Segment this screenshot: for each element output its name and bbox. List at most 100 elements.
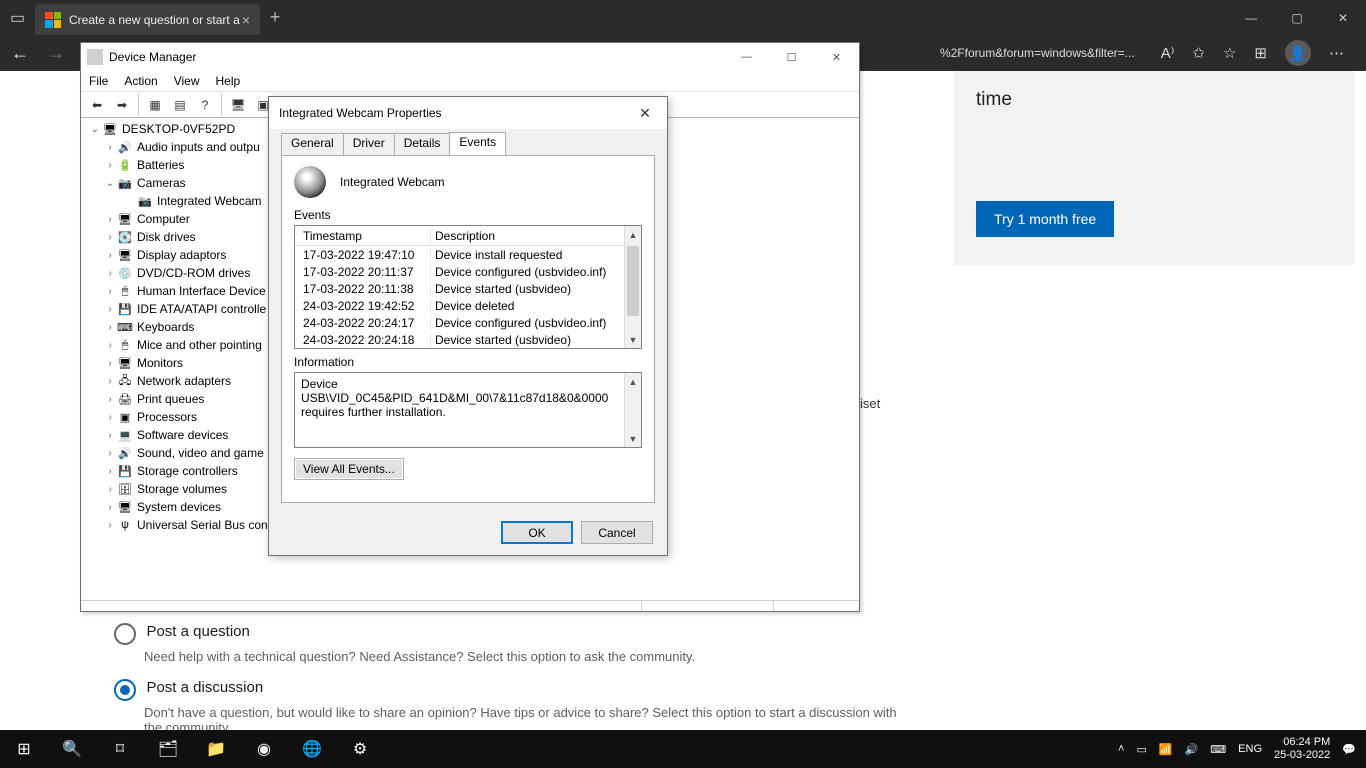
menu-view[interactable]: View xyxy=(174,74,200,88)
chevron-icon[interactable] xyxy=(123,196,137,207)
edge-icon[interactable]: 🌐 xyxy=(288,730,336,768)
post-question-option[interactable]: Post a question Need help with a technic… xyxy=(114,623,695,664)
show-hide-icon[interactable]: ▦ xyxy=(144,94,166,116)
new-tab-button[interactable]: + xyxy=(260,7,290,28)
event-row[interactable]: 24-03-2022 20:24:18Device started (usbvi… xyxy=(295,331,624,348)
tab-actions-icon[interactable]: ▭ xyxy=(0,0,35,35)
chevron-icon[interactable]: › xyxy=(103,214,117,225)
col-timestamp[interactable]: Timestamp xyxy=(295,229,430,243)
event-row[interactable]: 17-03-2022 19:47:10Device install reques… xyxy=(295,246,624,263)
scrollbar[interactable]: ▲ ▼ xyxy=(624,226,641,348)
minimize-icon[interactable]: — xyxy=(724,43,769,71)
chevron-icon[interactable]: › xyxy=(103,286,117,297)
more-icon[interactable]: ⋯ xyxy=(1329,44,1344,62)
close-icon[interactable]: ✕ xyxy=(623,97,667,129)
tab-driver[interactable]: Driver xyxy=(343,133,395,156)
maximize-icon[interactable]: ☐ xyxy=(769,43,814,71)
chevron-icon[interactable]: › xyxy=(103,340,117,351)
close-icon[interactable]: ✕ xyxy=(814,43,859,71)
volume-icon[interactable]: 🔊 xyxy=(1185,743,1199,756)
chevron-down-icon[interactable]: ⌄ xyxy=(88,124,102,135)
file-explorer-icon[interactable]: 📁 xyxy=(192,730,240,768)
taskbar-app[interactable]: 🗂 xyxy=(144,730,192,768)
taskbar-app[interactable]: ⚙ xyxy=(336,730,384,768)
browser-tab[interactable]: Create a new question or start a × xyxy=(35,4,260,35)
language-indicator[interactable]: ENG xyxy=(1238,743,1262,755)
scan-icon[interactable]: 🖥 xyxy=(227,94,249,116)
close-icon[interactable]: × xyxy=(242,12,250,28)
cancel-button[interactable]: Cancel xyxy=(581,521,653,544)
chrome-icon[interactable]: ◉ xyxy=(240,730,288,768)
event-row[interactable]: 17-03-2022 20:11:38Device started (usbvi… xyxy=(295,280,624,297)
forward-icon[interactable]: ➡ xyxy=(111,94,133,116)
url-fragment[interactable]: %2Fforum&forum=windows&filter=... xyxy=(940,46,1135,60)
chevron-icon[interactable]: › xyxy=(103,502,117,513)
dialog-titlebar[interactable]: Integrated Webcam Properties ✕ xyxy=(269,97,667,129)
scroll-down-icon[interactable]: ▼ xyxy=(625,331,641,348)
start-button[interactable]: ⊞ xyxy=(0,730,48,768)
chevron-icon[interactable]: › xyxy=(103,304,117,315)
event-row[interactable]: 24-03-2022 20:24:17Device configured (us… xyxy=(295,314,624,331)
chevron-icon[interactable]: › xyxy=(103,466,117,477)
chevron-icon[interactable]: › xyxy=(103,448,117,459)
wifi-icon[interactable]: 📶 xyxy=(1159,743,1173,756)
tray-chevron-icon[interactable]: ˄ xyxy=(1118,743,1124,755)
favorite-add-icon[interactable]: ✩ xyxy=(1192,44,1205,62)
menu-file[interactable]: File xyxy=(89,74,108,88)
chevron-icon[interactable]: › xyxy=(103,484,117,495)
tree-item-label: Processors xyxy=(137,410,197,424)
maximize-icon[interactable]: ▢ xyxy=(1274,0,1320,35)
event-row[interactable]: 17-03-2022 20:11:37Device configured (us… xyxy=(295,263,624,280)
menu-action[interactable]: Action xyxy=(124,74,157,88)
battery-icon[interactable]: ▭ xyxy=(1136,743,1146,756)
chevron-icon[interactable]: › xyxy=(103,142,117,153)
chevron-icon[interactable]: ⌄ xyxy=(103,178,117,189)
properties-icon[interactable]: ▤ xyxy=(169,94,191,116)
events-listbox[interactable]: Timestamp Description 17-03-2022 19:47:1… xyxy=(294,225,642,349)
prop-tabstrip: General Driver Details Events xyxy=(269,132,667,155)
information-box[interactable]: Device USB\VID_0C45&PID_641D&MI_00\7&11c… xyxy=(294,372,642,448)
dm-titlebar[interactable]: Device Manager — ☐ ✕ xyxy=(81,43,859,71)
clock[interactable]: 06:24 PM 25-03-2022 xyxy=(1274,736,1330,761)
notifications-icon[interactable]: 💬 xyxy=(1342,743,1356,756)
chevron-icon[interactable]: › xyxy=(103,520,117,531)
device-type-icon: 🖱 xyxy=(117,283,133,299)
chevron-icon[interactable]: › xyxy=(103,430,117,441)
tab-general[interactable]: General xyxy=(281,133,344,156)
chevron-icon[interactable]: › xyxy=(103,250,117,261)
read-aloud-icon[interactable]: A⁾ xyxy=(1161,44,1175,62)
task-view-icon[interactable]: ⌑ xyxy=(96,730,144,768)
chevron-icon[interactable]: › xyxy=(103,322,117,333)
back-icon[interactable]: ← xyxy=(8,43,32,64)
close-icon[interactable]: ✕ xyxy=(1320,0,1366,35)
collections-icon[interactable]: ⊞ xyxy=(1254,44,1267,62)
back-icon[interactable]: ⬅ xyxy=(86,94,108,116)
help-icon[interactable]: ? xyxy=(194,94,216,116)
chevron-icon[interactable]: › xyxy=(103,232,117,243)
scroll-up-icon[interactable]: ▲ xyxy=(625,226,641,243)
radio-icon[interactable] xyxy=(114,679,136,701)
search-icon[interactable]: 🔍 xyxy=(48,730,96,768)
chevron-icon[interactable]: › xyxy=(103,376,117,387)
chevron-icon[interactable]: › xyxy=(103,394,117,405)
radio-icon[interactable] xyxy=(114,623,136,645)
tab-events[interactable]: Events xyxy=(449,132,506,155)
menu-help[interactable]: Help xyxy=(216,74,241,88)
event-row[interactable]: 24-03-2022 19:42:52Device deleted xyxy=(295,297,624,314)
ok-button[interactable]: OK xyxy=(501,521,573,544)
tab-details[interactable]: Details xyxy=(394,133,451,156)
minimize-icon[interactable]: — xyxy=(1228,0,1274,35)
try-free-button[interactable]: Try 1 month free xyxy=(976,201,1114,237)
chevron-icon[interactable]: › xyxy=(103,268,117,279)
chevron-icon[interactable]: › xyxy=(103,412,117,423)
profile-icon[interactable]: 👤 xyxy=(1285,40,1311,66)
keyboard-icon[interactable]: ⌨ xyxy=(1210,743,1226,756)
scroll-thumb[interactable] xyxy=(627,246,639,316)
chevron-icon[interactable]: › xyxy=(103,358,117,369)
favorites-icon[interactable]: ☆ xyxy=(1223,44,1236,62)
tab-strip: ▭ Create a new question or start a × + —… xyxy=(0,0,1366,35)
col-description[interactable]: Description xyxy=(430,229,641,243)
post-discussion-option[interactable]: Post a discussion Don't have a question,… xyxy=(114,679,904,735)
chevron-icon[interactable]: › xyxy=(103,160,117,171)
view-all-events-button[interactable]: View All Events... xyxy=(294,458,404,480)
